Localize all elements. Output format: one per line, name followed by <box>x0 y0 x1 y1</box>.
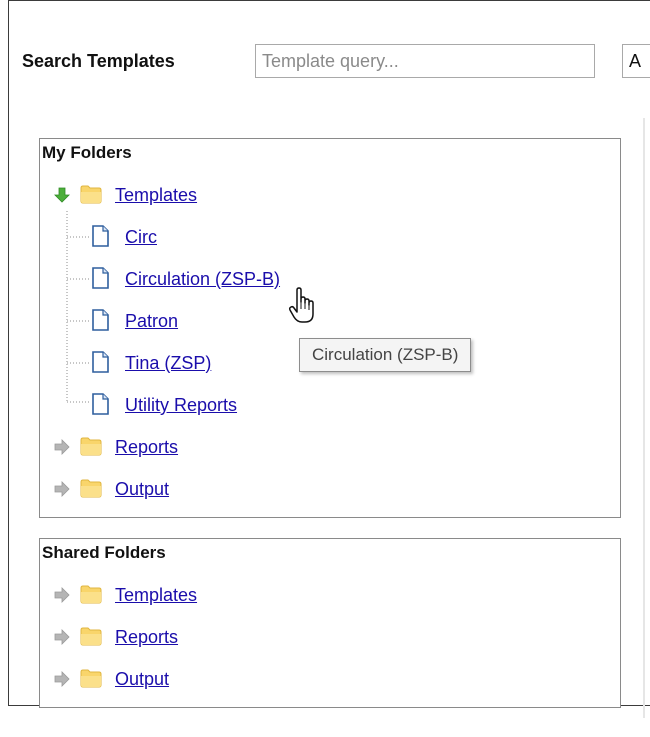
shared-folder-link-output[interactable]: Output <box>115 669 169 690</box>
expand-right-arrow-icon[interactable] <box>54 671 70 687</box>
folder-link-reports[interactable]: Reports <box>115 437 178 458</box>
shared-folder-link-reports[interactable]: Reports <box>115 627 178 648</box>
document-icon <box>90 309 110 331</box>
folder-icon <box>80 436 102 456</box>
my-folders-panel: My Folders Templates Circ Circulation (Z… <box>39 138 621 518</box>
folder-icon <box>80 184 102 204</box>
expand-right-arrow-icon[interactable] <box>54 587 70 603</box>
template-link-tina-zsp[interactable]: Tina (ZSP) <box>125 353 211 374</box>
my-folders-title: My Folders <box>42 143 132 162</box>
shared-folders-title: Shared Folders <box>42 543 166 562</box>
template-link-utility-reports[interactable]: Utility Reports <box>125 395 237 416</box>
expand-right-arrow-icon[interactable] <box>54 439 70 455</box>
link-tooltip: Circulation (ZSP-B) <box>299 338 472 372</box>
folder-icon <box>80 584 102 604</box>
folder-icon <box>80 626 102 646</box>
template-link-circulation-zsp-b[interactable]: Circulation (ZSP-B) <box>125 269 280 290</box>
folder-link-templates[interactable]: Templates <box>115 185 197 206</box>
panel-divider <box>643 118 645 718</box>
folder-icon <box>80 668 102 688</box>
template-search-input[interactable] <box>255 44 595 78</box>
template-link-circ[interactable]: Circ <box>125 227 157 248</box>
folder-icon <box>80 478 102 498</box>
template-link-patron[interactable]: Patron <box>125 311 178 332</box>
document-icon <box>90 393 110 415</box>
search-templates-label: Search Templates <box>22 51 175 71</box>
expand-right-arrow-icon[interactable] <box>54 481 70 497</box>
shared-folders-panel: Shared Folders Templates Reports Output <box>39 538 621 708</box>
shared-folder-link-templates[interactable]: Templates <box>115 585 197 606</box>
expand-right-arrow-icon[interactable] <box>54 629 70 645</box>
folder-link-output[interactable]: Output <box>115 479 169 500</box>
document-icon <box>90 225 110 247</box>
document-icon <box>90 351 110 373</box>
hand-pointer-cursor-icon <box>288 287 314 323</box>
search-action-button[interactable]: A <box>622 44 650 78</box>
expand-down-arrow-icon[interactable] <box>54 187 70 203</box>
document-icon <box>90 267 110 289</box>
